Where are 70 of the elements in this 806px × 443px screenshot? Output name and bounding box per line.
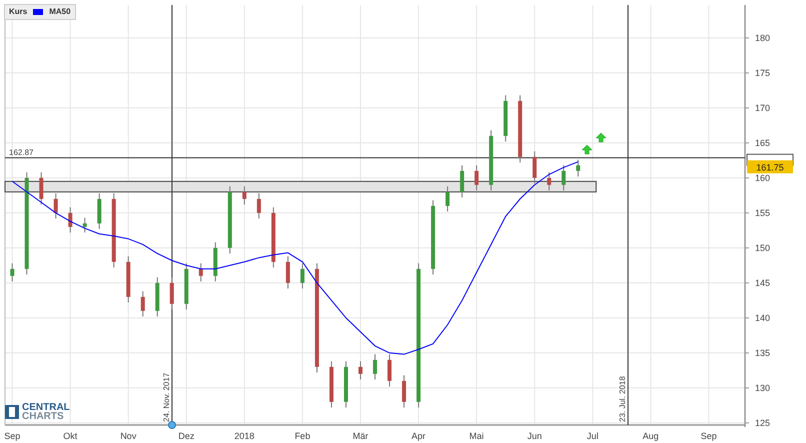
candlestick [82, 217, 87, 233]
logo-text: CENTRAL [22, 403, 70, 412]
legend-label: MA50 [49, 6, 71, 18]
candlestick [300, 262, 304, 289]
axis-tick-label: Sep [700, 431, 717, 441]
axis-tick-label: 165 [755, 138, 770, 148]
axis-tick-label: 180 [755, 32, 770, 43]
axis-tick-label: 140 [755, 312, 770, 323]
candlestick [474, 164, 479, 191]
axis-tick-label: Aug [642, 431, 659, 441]
candlestick [54, 192, 58, 219]
candlestick [344, 360, 348, 408]
axis-tick-label: 145 [755, 278, 770, 288]
axis-tick-label: 2018 [234, 431, 254, 441]
candlestick [576, 159, 580, 177]
axis-tick-label: 150 [755, 242, 770, 253]
line-label: 162.87 [9, 148, 34, 157]
candlestick [97, 192, 102, 230]
price-tag: 161.75 [747, 160, 793, 174]
axis-tick-label: Feb [294, 431, 310, 441]
line-label: 23. Jul. 2018 [618, 376, 627, 422]
candlestick [358, 360, 362, 380]
candlestick [68, 206, 72, 233]
axis-tick-label: 175 [755, 68, 770, 78]
axis-tick-label: 135 [755, 348, 770, 358]
candlestick [170, 276, 174, 310]
axis-tick-label: Okt [63, 431, 78, 441]
axis-tick-label: Dez [178, 431, 194, 441]
axis-tick-label: 170 [755, 102, 770, 113]
candlestick [388, 354, 392, 387]
axis-tick-label: Sep [4, 431, 20, 441]
axis-tick-label: Mär [352, 431, 368, 441]
legend-label: Kurs [9, 6, 28, 18]
candlestick [547, 172, 552, 191]
candlestick [140, 290, 145, 317]
candlestick [286, 256, 290, 289]
axis-tick-label: Nov [120, 431, 136, 441]
signal-arrows-drawing [582, 132, 606, 154]
logo-text: CHARTS [22, 412, 65, 421]
candlestick [39, 172, 44, 205]
candlestick [242, 186, 246, 205]
axis-tick-label: 155 [755, 208, 770, 218]
candlestick [184, 262, 188, 310]
line-label: 24. Nov. 2017 [162, 372, 171, 422]
axis-tick-label: 130 [755, 382, 770, 393]
candlestick [489, 130, 494, 191]
candlestick [518, 94, 522, 163]
logo-icon [5, 405, 19, 419]
candlestick [271, 206, 276, 268]
axis-tick-label: 160 [755, 172, 770, 183]
candlestick [155, 276, 160, 317]
candlestick [329, 360, 334, 408]
candlestick [562, 164, 566, 191]
candlestick [256, 192, 261, 219]
candlestick [213, 242, 218, 282]
candlestick [460, 164, 464, 198]
axis-tick-label: Mai [469, 431, 484, 441]
candlestick [228, 186, 232, 254]
candlestick [446, 186, 450, 212]
candlestick [126, 256, 130, 303]
candlestick [198, 262, 203, 282]
candlestick [402, 374, 406, 408]
candlestick [532, 150, 537, 184]
candlestick [504, 94, 508, 142]
candlestick [10, 262, 14, 282]
axis-tick-label: Jul [586, 431, 598, 441]
axis-tick-label: Apr [412, 431, 426, 441]
axis-tick-label: Jun [527, 431, 542, 441]
axis-tick-label: 125 [755, 418, 770, 428]
candlestick [373, 354, 377, 380]
